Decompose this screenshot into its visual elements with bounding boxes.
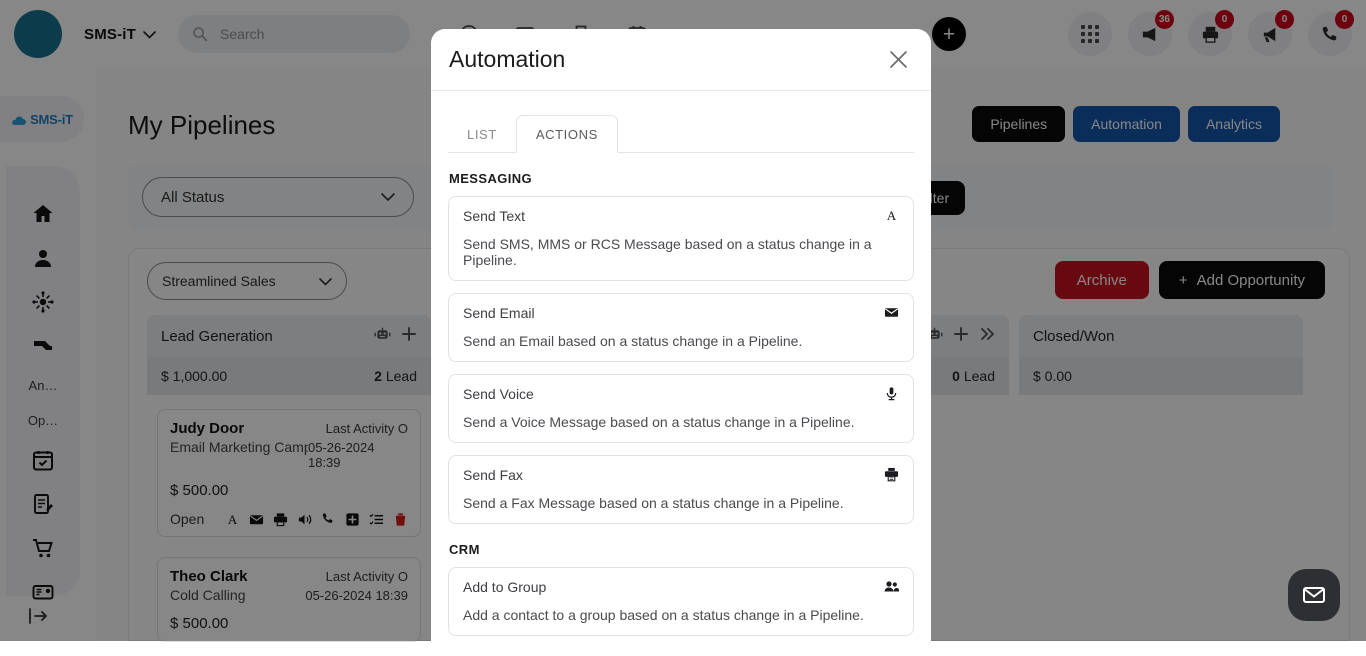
- action-name: Send Text: [463, 208, 525, 224]
- envelope-icon: [884, 305, 899, 320]
- action-description: Send an Email based on a status change i…: [463, 333, 899, 349]
- action-card-send-email[interactable]: Send Email Send an Email based on a stat…: [448, 293, 914, 362]
- section-title-messaging: MESSAGING: [449, 171, 914, 186]
- close-icon[interactable]: [883, 45, 913, 75]
- action-description: Send SMS, MMS or RCS Message based on a …: [463, 236, 899, 268]
- section-title-crm: CRM: [449, 542, 914, 557]
- action-card-add-to-group[interactable]: Add to Group Add a contact to a group ba…: [448, 567, 914, 636]
- action-card-send-fax[interactable]: Send Fax Send a Fax Message based on a s…: [448, 455, 914, 524]
- text-a-icon: A: [884, 208, 899, 223]
- tab-actions[interactable]: ACTIONS: [516, 115, 618, 153]
- microphone-icon: [884, 386, 899, 401]
- envelope-icon: [1301, 582, 1327, 608]
- fax-icon: [884, 467, 899, 482]
- action-name: Send Fax: [463, 467, 523, 483]
- action-name: Send Voice: [463, 386, 534, 402]
- action-name: Add to Group: [463, 579, 546, 595]
- modal-header: Automation: [431, 29, 931, 91]
- action-card-send-voice[interactable]: Send Voice Send a Voice Message based on…: [448, 374, 914, 443]
- modal-body: LIST ACTIONS MESSAGING Send Text A Send …: [431, 91, 931, 641]
- automation-modal: Automation LIST ACTIONS MESSAGING Send T…: [431, 29, 931, 641]
- action-name: Send Email: [463, 305, 535, 321]
- svg-text:A: A: [887, 208, 897, 223]
- chat-widget-button[interactable]: [1288, 569, 1340, 621]
- modal-title: Automation: [449, 46, 565, 73]
- group-icon: [884, 579, 899, 594]
- action-description: Send a Voice Message based on a status c…: [463, 414, 899, 430]
- tab-list[interactable]: LIST: [448, 116, 516, 152]
- modal-tabs: LIST ACTIONS: [448, 108, 914, 153]
- action-description: Send a Fax Message based on a status cha…: [463, 495, 899, 511]
- action-description: Add a contact to a group based on a stat…: [463, 607, 899, 623]
- action-card-send-text[interactable]: Send Text A Send SMS, MMS or RCS Message…: [448, 196, 914, 281]
